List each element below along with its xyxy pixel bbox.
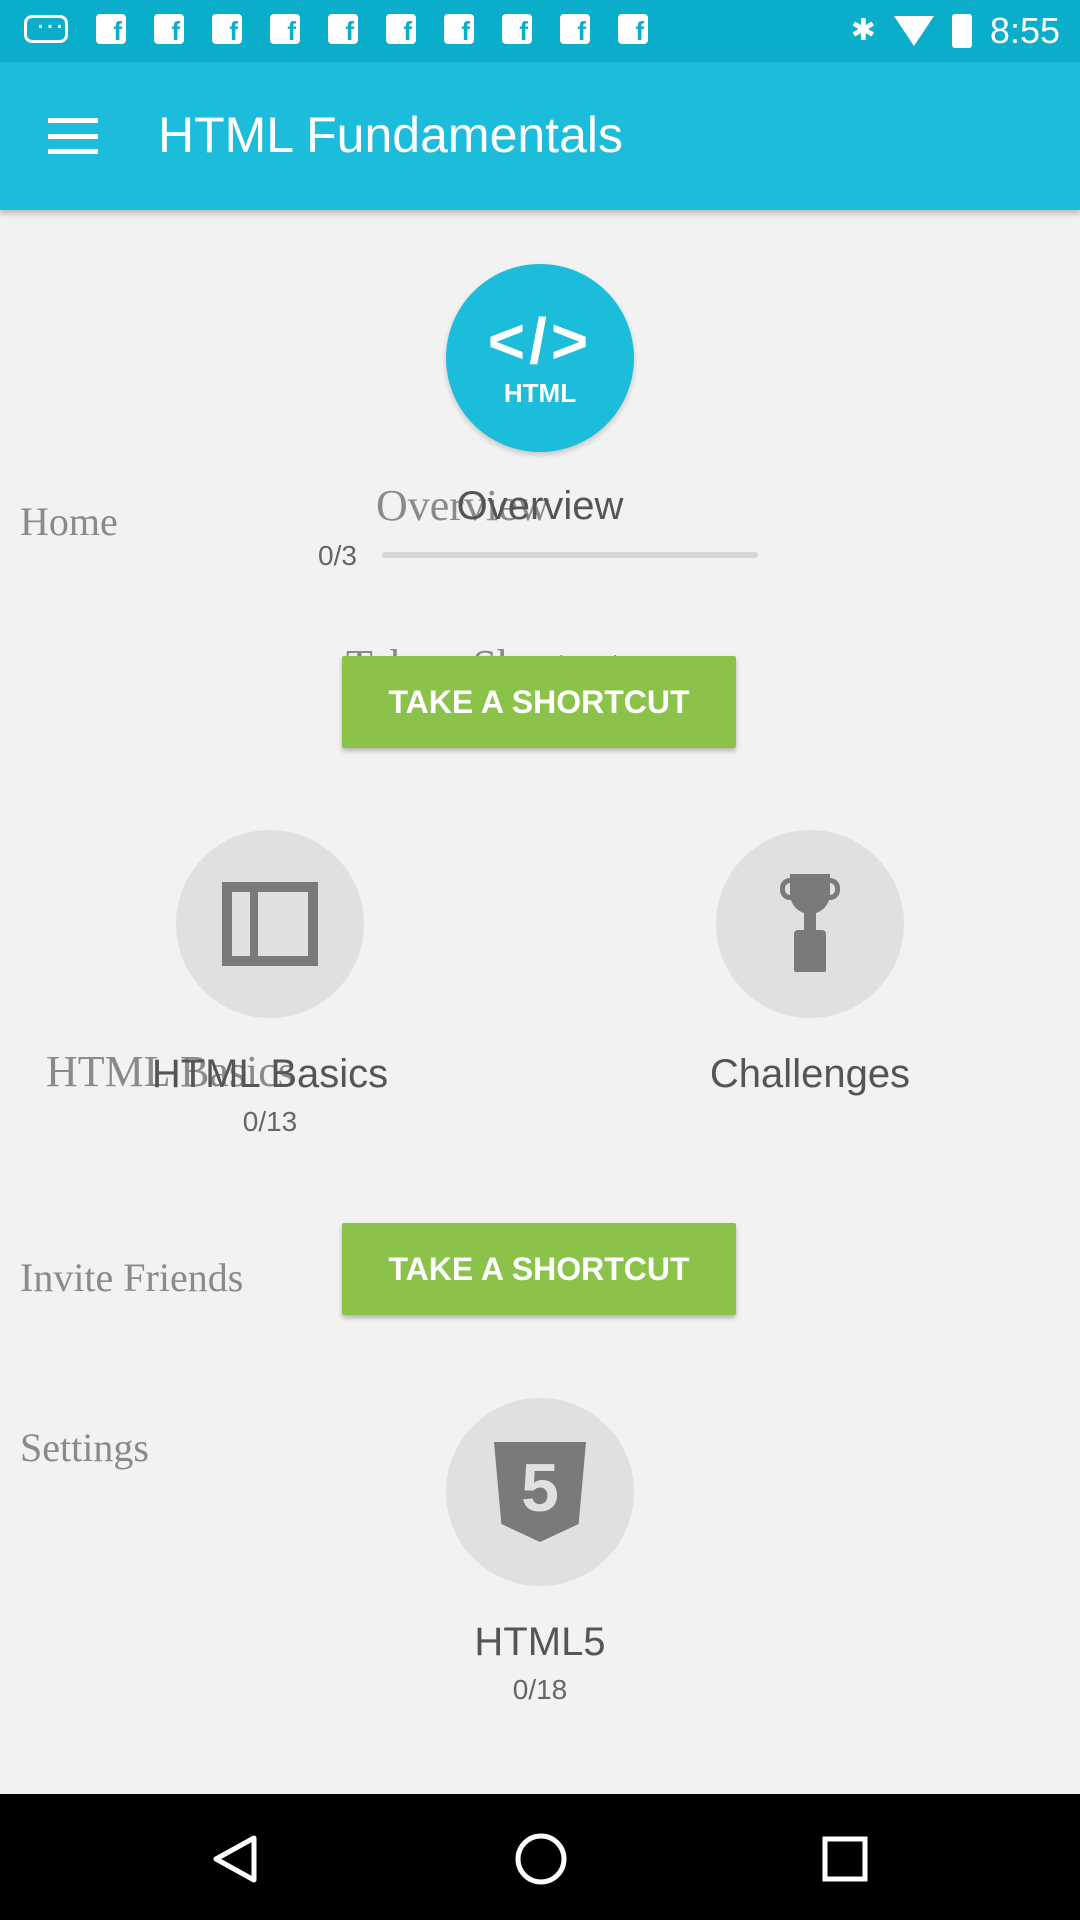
challenges-title: Challenges: [709, 1052, 911, 1096]
menu-icon[interactable]: [48, 118, 98, 154]
overview-progress-bar: [382, 552, 758, 558]
drawer-item-invite-friends[interactable]: Invite Friends: [20, 1254, 243, 1301]
status-time: 8:55: [989, 10, 1060, 51]
html-basics-course-button[interactable]: [176, 830, 364, 1018]
bluetooth-icon: ✱: [850, 14, 876, 47]
take-shortcut-button-2[interactable]: TAKE A SHORTCUT: [342, 1223, 736, 1315]
html-code-icon: </>: [487, 305, 593, 377]
facebook-icon: f: [270, 14, 300, 46]
html5-course-button[interactable]: 5: [446, 1398, 634, 1586]
drawer-item-home[interactable]: Home: [20, 498, 118, 545]
facebook-icon: f: [328, 14, 358, 46]
status-bar: f f f f f f f f f f ✱ 8:55: [0, 0, 1080, 62]
facebook-icon: f: [386, 14, 416, 46]
wifi-icon: [893, 16, 934, 46]
facebook-icon: f: [96, 14, 126, 46]
overview-course-button[interactable]: </> HTML: [446, 264, 634, 452]
html-basics-title: HTML Basics: [151, 1052, 389, 1096]
facebook-icon: f: [560, 14, 590, 46]
html5-progress-text: 0/18: [512, 1674, 568, 1705]
notification-icons: f f f f f f f f f f: [24, 4, 648, 46]
html-basics-progress-text: 0/13: [242, 1106, 298, 1137]
challenges-button[interactable]: [716, 830, 904, 1018]
facebook-icon: f: [502, 14, 532, 46]
html5-shield-number: 5: [521, 1450, 559, 1526]
take-shortcut-button[interactable]: TAKE A SHORTCUT: [342, 656, 736, 748]
overview-title: Overview: [456, 484, 624, 528]
battery-icon: [951, 14, 972, 48]
html-icon-label: HTML: [503, 378, 577, 408]
drawer-item-settings[interactable]: Settings: [20, 1424, 149, 1471]
html5-title: HTML5: [474, 1620, 606, 1664]
system-icons: ✱ 8:55: [851, 10, 1060, 52]
app-bar: HTML Fundamentals: [0, 62, 1080, 210]
back-icon[interactable]: [210, 1834, 260, 1889]
facebook-icon: f: [212, 14, 242, 46]
facebook-icon: f: [618, 14, 648, 46]
recents-icon[interactable]: [820, 1834, 870, 1889]
facebook-icon: f: [154, 14, 184, 46]
overview-progress-text: 0/3: [318, 540, 357, 571]
app-title: HTML Fundamentals: [158, 107, 623, 163]
navigation-bar: [0, 1794, 1080, 1920]
home-icon[interactable]: [514, 1832, 568, 1891]
more-dots-icon: [24, 4, 68, 43]
facebook-icon: f: [444, 14, 474, 46]
layout-icon: [222, 882, 318, 966]
trophy-icon: [780, 874, 840, 974]
